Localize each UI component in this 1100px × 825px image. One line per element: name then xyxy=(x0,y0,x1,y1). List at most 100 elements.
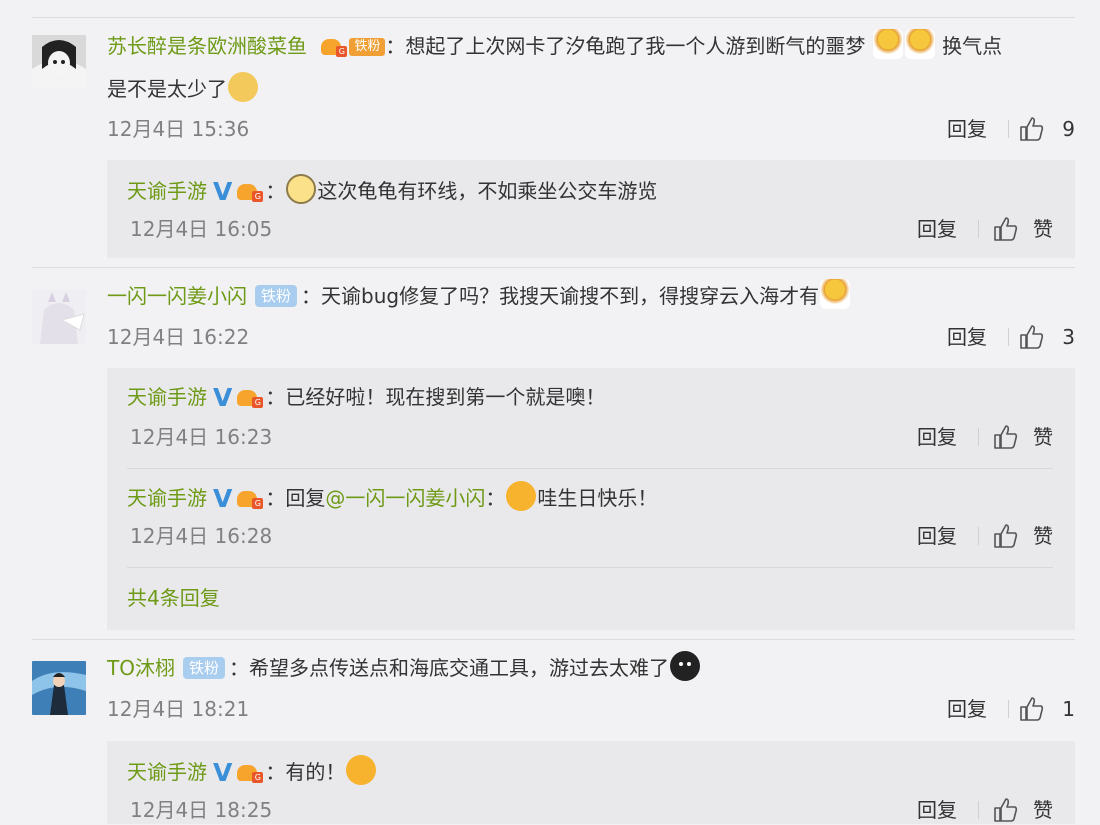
comment-username[interactable]: 一闪一闪姜小闪 xyxy=(107,284,247,308)
timestamp: 12月4日 18:21 xyxy=(107,697,250,721)
reply-username[interactable]: 天谕手游 xyxy=(127,486,207,510)
like-button[interactable]: 赞 xyxy=(993,795,1053,825)
reply-username[interactable]: 天谕手游 xyxy=(127,385,207,409)
reply-text: 天谕手游 V G ：有的！ xyxy=(127,755,1053,787)
reply-meta: 12月4日 16:05 回复 赞 xyxy=(130,214,1053,244)
reply-username[interactable]: 天谕手游 xyxy=(127,760,207,784)
crown-icon: G xyxy=(235,178,264,202)
like-icon xyxy=(1020,325,1044,349)
like-button[interactable]: 赞 xyxy=(993,422,1053,452)
crown-icon: G xyxy=(235,485,264,509)
glasses-emoji-icon xyxy=(286,174,317,204)
verified-icon: V xyxy=(213,177,233,206)
like-icon xyxy=(1020,697,1044,721)
reply-body: 已经好啦！现在搜到第一个就是噢！ xyxy=(285,385,606,409)
shocked-emoji-icon xyxy=(346,755,377,785)
reply-text: 天谕手游 V G ：回复@一闪一闪姜小闪： 哇生日快乐！ xyxy=(127,481,1053,513)
reply-button[interactable]: 回复 xyxy=(947,694,987,724)
reply-button[interactable]: 回复 xyxy=(947,114,987,144)
comment-body: 希望多点传送点和海底交通工具，游过去太难了 xyxy=(248,656,669,680)
comment-text: 苏长醉是条欧洲酸菜鱼 G 铁粉 ：想起了上次网卡了汐龟跑了我一个人游到断气的噩梦 换… xyxy=(107,25,1082,111)
reply-divider xyxy=(127,567,1053,568)
crown-icon: G xyxy=(319,33,348,57)
comment-text: 一闪一闪姜小闪 铁粉 ：天谕bug修复了吗？我搜天谕搜不到，得搜穿云入海才有 xyxy=(107,275,1082,318)
like-button[interactable]: 3 xyxy=(1019,322,1075,352)
comment-meta: 12月4日 15:36 回复 9 xyxy=(107,114,1075,144)
reply-item: 天谕手游 V G ：有的！ 12月4日 18:25 回复 赞 xyxy=(127,755,1053,825)
like-label: 赞 xyxy=(1033,425,1053,449)
reply-text: 天谕手游 V G：这次龟龟有环线，不如乘坐公交车游览 xyxy=(127,174,1053,206)
timestamp: 12月4日 16:28 xyxy=(130,524,273,548)
reply-body: 这次龟龟有环线，不如乘坐公交车游览 xyxy=(317,179,658,203)
verified-icon: V xyxy=(213,758,233,787)
avatar[interactable] xyxy=(32,661,86,715)
top-divider xyxy=(32,17,1075,18)
like-button[interactable]: 赞 xyxy=(993,214,1053,244)
trophy-emoji-icon xyxy=(820,279,851,309)
comment-divider xyxy=(32,639,1075,640)
comment-username[interactable]: TO沐栩 xyxy=(107,656,175,680)
reply-body: 有的！ xyxy=(285,760,346,784)
like-icon xyxy=(994,425,1018,449)
fan-badge: 铁粉 xyxy=(182,657,225,679)
reply-body: 哇生日快乐！ xyxy=(537,486,658,510)
reply-item: 天谕手游 V G：这次龟龟有环线，不如乘坐公交车游览 12月4日 16:05 回复 … xyxy=(127,174,1053,244)
shocked-emoji-icon xyxy=(506,481,537,511)
crown-icon: G xyxy=(235,759,264,783)
timestamp: 12月4日 16:22 xyxy=(107,325,250,349)
dog-emoji-icon xyxy=(228,72,258,102)
trophy-emoji-icon xyxy=(872,29,903,59)
fan-badge: 铁粉 xyxy=(255,285,298,307)
reply-list: 天谕手游 V G：这次龟龟有环线，不如乘坐公交车游览 12月4日 16:05 回复 … xyxy=(107,160,1075,258)
reply-text: 天谕手游 V G ：已经好啦！现在搜到第一个就是噢！ xyxy=(127,383,606,412)
reply-username[interactable]: 天谕手游 xyxy=(127,179,207,203)
comment-meta: 12月4日 18:21 回复 1 xyxy=(107,694,1075,724)
reply-list: 天谕手游 V G ：已经好啦！现在搜到第一个就是噢！ 12月4日 16:23 回复 赞… xyxy=(107,368,1075,630)
sweat-emoji-icon xyxy=(669,651,700,681)
reply-meta: 12月4日 16:28 回复 赞 xyxy=(130,521,1053,551)
like-icon xyxy=(994,217,1018,241)
comment-meta: 12月4日 16:22 回复 3 xyxy=(107,322,1075,352)
avatar[interactable] xyxy=(32,35,86,89)
reply-button[interactable]: 回复 xyxy=(917,214,957,244)
like-button[interactable]: 1 xyxy=(1019,694,1075,724)
comment-body: 想起了上次网卡了汐龟跑了我一个人游到断气的噩梦 xyxy=(405,34,866,58)
reply-item: 天谕手游 V G ：已经好啦！现在搜到第一个就是噢！ 12月4日 16:23 回复 赞 xyxy=(127,382,1053,452)
reply-button[interactable]: 回复 xyxy=(947,322,987,352)
mention-link[interactable]: @一闪一闪姜小闪 xyxy=(325,486,485,510)
more-replies-link[interactable]: 共4条回复 xyxy=(127,583,220,613)
like-count: 1 xyxy=(1062,697,1075,721)
separator xyxy=(1008,120,1009,138)
like-icon xyxy=(994,798,1018,822)
reply-button[interactable]: 回复 xyxy=(917,422,957,452)
comment-body: 天谕bug修复了吗？我搜天谕搜不到，得搜穿云入海才有 xyxy=(321,284,820,308)
like-button[interactable]: 9 xyxy=(1019,114,1075,144)
like-label: 赞 xyxy=(1033,798,1053,822)
comment-username[interactable]: 苏长醉是条欧洲酸菜鱼 xyxy=(107,34,307,58)
like-icon xyxy=(1020,117,1044,141)
like-icon xyxy=(994,524,1018,548)
reply-divider xyxy=(127,468,1053,469)
avatar[interactable] xyxy=(32,290,86,344)
trophy-emoji-icon xyxy=(904,29,935,59)
timestamp: 12月4日 18:25 xyxy=(130,798,273,822)
reply-list: 天谕手游 V G ：有的！ 12月4日 18:25 回复 赞 xyxy=(107,741,1075,824)
reply-meta: 12月4日 18:25 回复 赞 xyxy=(130,795,1053,825)
timestamp: 12月4日 16:23 xyxy=(130,425,273,449)
reply-button[interactable]: 回复 xyxy=(917,521,957,551)
timestamp: 12月4日 16:05 xyxy=(130,217,273,241)
reply-meta: 12月4日 16:23 回复 赞 xyxy=(130,422,1053,452)
like-label: 赞 xyxy=(1033,217,1053,241)
timestamp: 12月4日 15:36 xyxy=(107,117,250,141)
crown-icon: G xyxy=(235,384,264,408)
like-count: 3 xyxy=(1062,325,1075,349)
fan-badge: 铁粉 xyxy=(349,38,386,56)
comment-divider xyxy=(32,267,1075,268)
verified-icon: V xyxy=(213,484,233,513)
reply-button[interactable]: 回复 xyxy=(917,795,957,825)
comment-text: TO沐栩 铁粉 ：希望多点传送点和海底交通工具，游过去太难了 xyxy=(107,647,1082,690)
like-button[interactable]: 赞 xyxy=(993,521,1053,551)
like-label: 赞 xyxy=(1033,524,1053,548)
reply-item: 天谕手游 V G ：回复@一闪一闪姜小闪： 哇生日快乐！ 12月4日 16:28 回复 … xyxy=(127,481,1053,551)
like-count: 9 xyxy=(1062,117,1075,141)
